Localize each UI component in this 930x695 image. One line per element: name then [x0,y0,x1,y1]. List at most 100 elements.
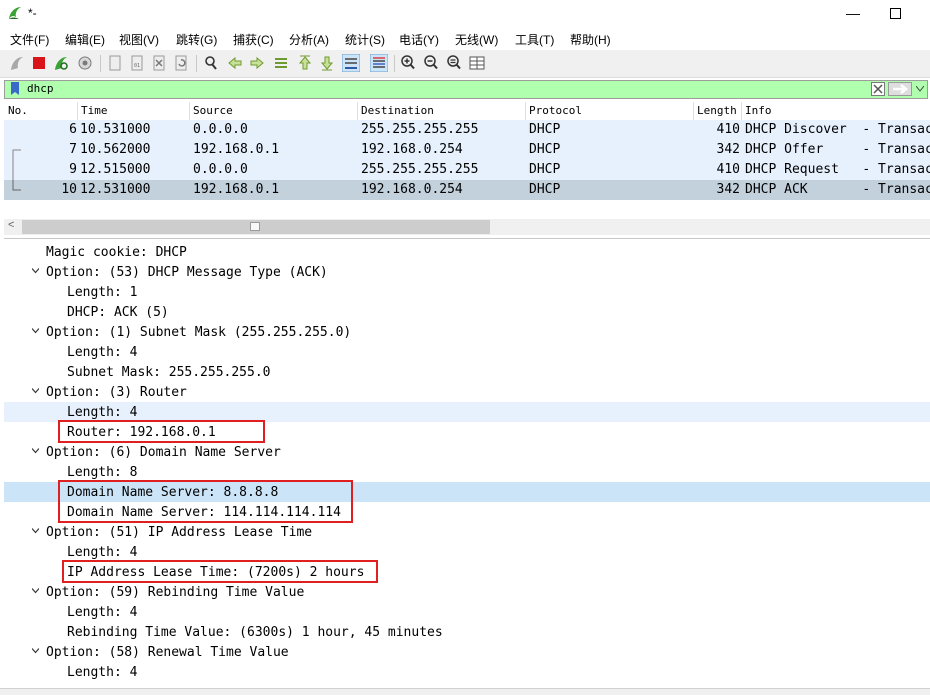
menu-wireless[interactable]: 无线(W) [455,31,498,48]
detail-row[interactable]: Option: (3) Router [4,382,930,402]
column-source[interactable]: Source [193,104,233,117]
scrollbar-grip-icon [250,222,260,231]
menu-bar: 文件(F) 编辑(E) 视图(V) 跳转(G) 捕获(C) 分析(A) 统计(S… [0,28,930,50]
column-destination[interactable]: Destination [361,104,434,117]
menu-edit[interactable]: 编辑(E) [65,31,105,48]
detail-row[interactable]: Length: 4 [4,542,930,562]
go-forward-icon[interactable] [248,54,266,72]
packet-source: 192.168.0.1 [193,182,280,197]
menu-statistics[interactable]: 统计(S) [345,31,385,48]
detail-row[interactable]: Option: (6) Domain Name Server [4,442,930,462]
packet-length: 342 [716,142,740,157]
detail-row[interactable]: Length: 4 [4,402,930,422]
packet-length: 342 [716,182,740,197]
scroll-left-icon[interactable]: < [8,219,14,231]
menu-tools[interactable]: 工具(T) [515,31,554,48]
column-length[interactable]: Length [697,104,737,117]
packet-time: 12.531000 [80,182,151,197]
chevron-down-icon[interactable] [32,267,39,274]
packet-info: DHCP Request - Transac [745,162,930,177]
detail-row[interactable]: Length: 4 [4,342,930,362]
detail-row[interactable]: Length: 4 [4,602,930,622]
open-file-icon[interactable] [106,54,124,72]
detail-row[interactable]: Option: (53) DHCP Message Type (ACK) [4,262,930,282]
reload-file-icon[interactable] [172,54,190,72]
go-back-icon[interactable] [226,54,244,72]
chevron-down-icon[interactable] [32,587,39,594]
display-filter-input[interactable]: dhcp [27,82,54,95]
close-file-icon[interactable] [150,54,168,72]
clear-filter-icon[interactable] [871,82,885,96]
packet-list-hscrollbar[interactable]: < [4,219,930,235]
save-file-icon[interactable]: 01 [128,54,146,72]
detail-row[interactable]: Option: (1) Subnet Mask (255.255.255.0) [4,322,930,342]
colorize-icon[interactable] [370,54,388,72]
chevron-down-icon[interactable] [32,527,39,534]
packet-row[interactable]: 7 10.562000 192.168.0.1 192.168.0.254 DH… [4,140,930,160]
detail-row[interactable]: Subnet Mask: 255.255.255.0 [4,362,930,382]
column-info[interactable]: Info [745,104,772,117]
svg-text:01: 01 [134,63,140,69]
resize-columns-icon[interactable] [468,54,486,72]
packet-row-selected[interactable]: 10 12.531000 192.168.0.1 192.168.0.254 D… [4,180,930,200]
restart-capture-icon[interactable] [52,54,70,72]
packet-row[interactable]: 6 10.531000 0.0.0.0 255.255.255.255 DHCP… [4,120,930,140]
capture-options-icon[interactable] [76,54,94,72]
zoom-in-icon[interactable] [399,54,417,72]
detail-row[interactable]: DHCP: ACK (5) [4,302,930,322]
packet-row[interactable]: 9 12.515000 0.0.0.0 255.255.255.255 DHCP… [4,160,930,180]
title-bar: *- — [0,0,930,27]
menu-telephony[interactable]: 电话(Y) [399,31,439,48]
related-packet-marker [12,160,14,180]
detail-row[interactable]: Length: 4 [4,662,930,682]
stop-capture-icon[interactable] [30,54,48,72]
column-no[interactable]: No. [8,104,28,117]
menu-go[interactable]: 跳转(G) [176,31,217,48]
bookmark-icon[interactable] [10,82,20,96]
zoom-out-icon[interactable] [422,54,440,72]
first-packet-icon[interactable] [296,54,314,72]
chevron-down-icon[interactable] [32,647,39,654]
menu-file[interactable]: 文件(F) [10,31,49,48]
menu-capture[interactable]: 捕获(C) [233,31,274,48]
packet-destination: 192.168.0.254 [361,142,463,157]
detail-row[interactable]: Option: (58) Renewal Time Value [4,642,930,662]
chevron-down-icon[interactable] [32,447,39,454]
packet-source: 0.0.0.0 [193,122,248,137]
packet-destination: 255.255.255.255 [361,122,479,137]
column-time[interactable]: Time [81,104,108,117]
packet-source: 192.168.0.1 [193,142,280,157]
autoscroll-icon[interactable] [342,54,360,72]
menu-analyze[interactable]: 分析(A) [289,31,329,48]
go-to-packet-icon[interactable] [272,54,290,72]
packet-time: 12.515000 [80,162,151,177]
start-capture-icon[interactable] [8,54,26,72]
detail-row[interactable]: Option: (51) IP Address Lease Time [4,522,930,542]
annotation-box-lease [62,560,378,583]
column-protocol[interactable]: Protocol [529,104,582,117]
packet-length: 410 [716,122,740,137]
detail-row[interactable]: Option: (59) Rebinding Time Value [4,582,930,602]
packet-destination: 255.255.255.255 [361,162,479,177]
detail-row[interactable]: Rebinding Time Value: (6300s) 1 hour, 45… [4,622,930,642]
detail-row[interactable]: Magic cookie: DHCP [4,242,930,262]
maximize-button[interactable] [872,0,918,27]
menu-help[interactable]: 帮助(H) [570,31,611,48]
main-toolbar: 01 [0,50,930,78]
minimize-button[interactable]: — [830,0,876,27]
window-title: *- [28,6,37,20]
find-packet-icon[interactable] [202,54,220,72]
normal-size-icon[interactable] [445,54,463,72]
detail-row[interactable]: Length: 8 [4,462,930,482]
menu-view[interactable]: 视图(V) [119,31,159,48]
related-packet-marker [12,180,21,191]
chevron-down-icon[interactable] [32,387,39,394]
apply-filter-icon[interactable] [888,82,912,96]
last-packet-icon[interactable] [318,54,336,72]
annotation-box-dns [58,480,353,523]
detail-row[interactable]: Length: 1 [4,282,930,302]
packet-info: DHCP Offer - Transac [745,142,930,157]
chevron-down-icon[interactable] [916,86,924,92]
chevron-down-icon[interactable] [32,327,39,334]
packet-no: 10 [61,182,77,197]
